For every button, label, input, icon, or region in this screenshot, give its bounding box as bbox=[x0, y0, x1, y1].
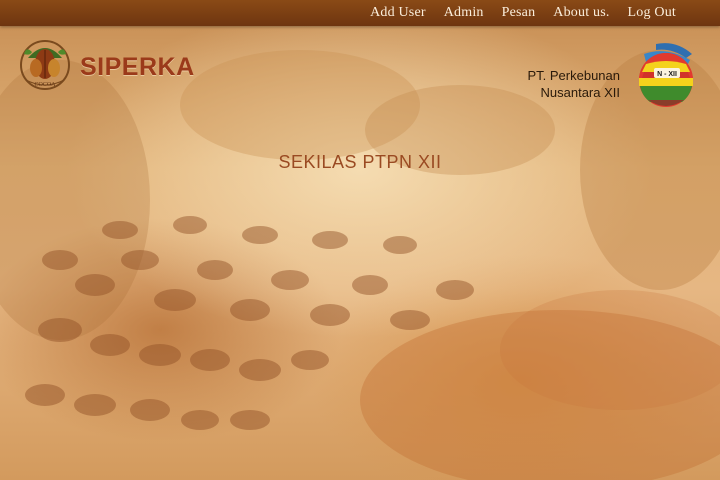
siperka-logo[interactable]: COCOA SIPERKA bbox=[16, 38, 195, 97]
brand-name: SIPERKA bbox=[80, 53, 195, 81]
cocoa-logo-icon: COCOA bbox=[16, 38, 74, 97]
ptpn-logo: N - XII bbox=[626, 40, 706, 117]
nav-pesan-link[interactable]: Pesan bbox=[502, 5, 536, 21]
nav-add-user-link[interactable]: Add User bbox=[370, 5, 426, 21]
cocoa-logo-text: COCOA bbox=[34, 82, 56, 88]
company-name-line1: PT. Perkebunan bbox=[527, 68, 620, 83]
nav-about-us-link[interactable]: About us. bbox=[553, 5, 609, 21]
nav-log-out-link[interactable]: Log Out bbox=[628, 5, 676, 21]
main-nav: Add User Admin Pesan About us. Log Out bbox=[370, 0, 676, 26]
page-title: SEKILAS PTPN XII bbox=[278, 152, 442, 172]
nav-admin-link[interactable]: Admin bbox=[444, 5, 484, 21]
ptpn-logo-icon: N - XII bbox=[626, 43, 706, 116]
top-navigation-bar: Add User Admin Pesan About us. Log Out bbox=[0, 0, 720, 26]
ptpn-logo-text: N - XII bbox=[657, 71, 677, 78]
company-name: PT. Perkebunan Nusantara XII bbox=[527, 67, 620, 101]
company-name-line2: Nusantara XII bbox=[540, 85, 621, 100]
